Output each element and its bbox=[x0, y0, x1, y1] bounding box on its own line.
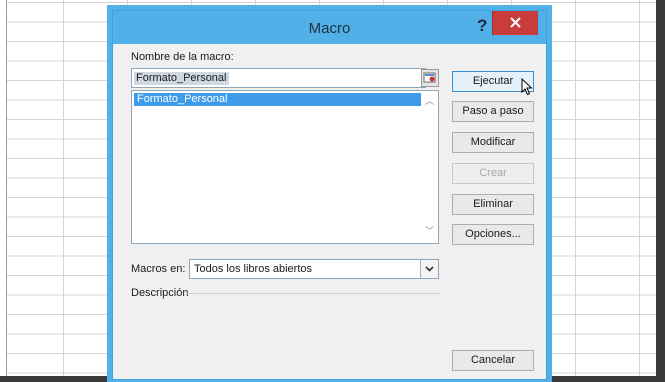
dialog-body: Nombre de la macro: Formato_Personal For… bbox=[119, 44, 540, 375]
description-label: Descripción bbox=[131, 287, 189, 299]
step-into-button[interactable]: Paso a paso bbox=[452, 101, 534, 122]
chevron-down-icon bbox=[425, 266, 434, 272]
macro-name-value: Formato_Personal bbox=[134, 72, 229, 85]
cancel-button[interactable]: Cancelar bbox=[452, 350, 534, 371]
close-button[interactable] bbox=[492, 11, 538, 35]
macro-list[interactable]: Formato_Personal ︿ ﹀ bbox=[131, 90, 439, 244]
scroll-down-icon[interactable]: ﹀ bbox=[425, 224, 434, 237]
dropdown-button[interactable] bbox=[420, 260, 438, 278]
scroll-up-icon[interactable]: ︿ bbox=[425, 94, 434, 107]
list-item[interactable]: Formato_Personal bbox=[134, 93, 421, 106]
options-button[interactable]: Opciones... bbox=[452, 224, 534, 245]
macro-name-label: Nombre de la macro: bbox=[131, 51, 234, 63]
window-frame-right bbox=[656, 0, 665, 382]
delete-button[interactable]: Eliminar bbox=[452, 194, 534, 215]
macros-in-select[interactable]: Todos los libros abiertos bbox=[189, 259, 439, 279]
macro-name-input[interactable]: Formato_Personal bbox=[131, 68, 426, 88]
macro-dialog: Macro ? Nombre de la macro: Formato_Pers… bbox=[112, 10, 547, 380]
description-divider bbox=[186, 293, 440, 294]
help-icon[interactable]: ? bbox=[477, 16, 487, 36]
macros-in-label: Macros en: bbox=[131, 263, 186, 275]
close-icon bbox=[510, 17, 521, 28]
create-button[interactable]: Crear bbox=[452, 163, 534, 184]
mouse-cursor-icon bbox=[521, 78, 533, 96]
collapse-dialog-button[interactable] bbox=[421, 69, 439, 87]
macros-in-value: Todos los libros abiertos bbox=[194, 263, 313, 275]
dialog-titlebar[interactable]: Macro ? bbox=[113, 11, 546, 44]
edit-button[interactable]: Modificar bbox=[452, 132, 534, 153]
range-select-icon bbox=[423, 72, 436, 83]
